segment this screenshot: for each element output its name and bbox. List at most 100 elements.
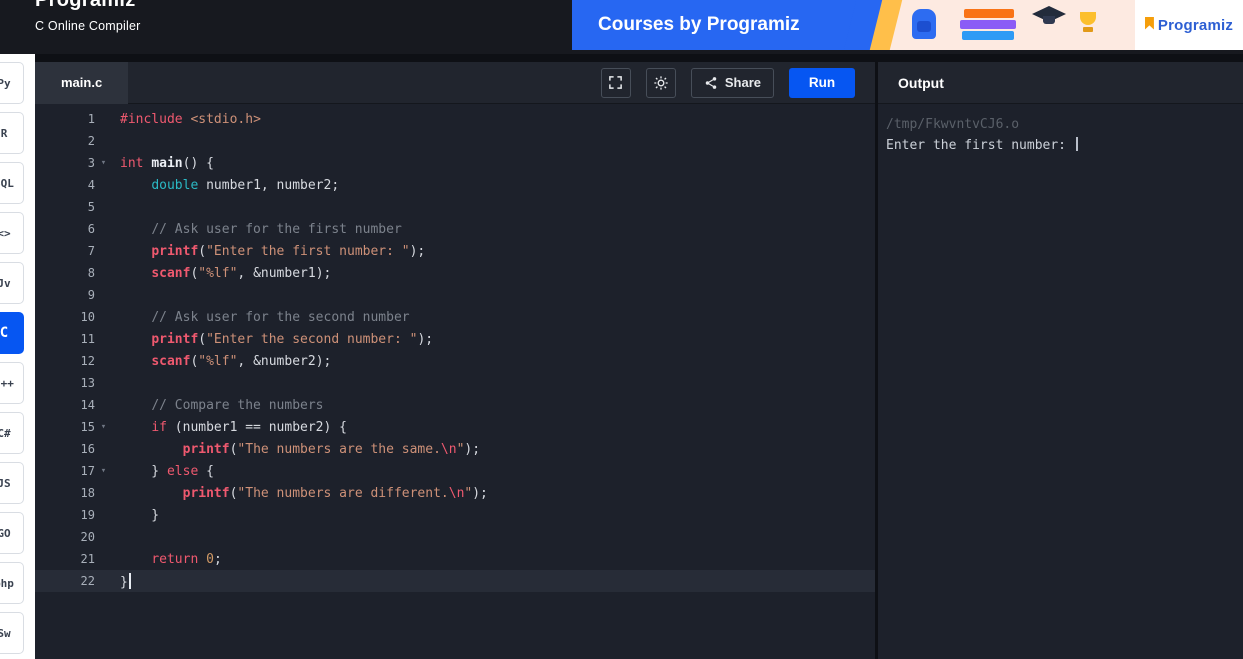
line-number: 9 bbox=[87, 288, 95, 302]
sidebar-item-html[interactable]: <> bbox=[0, 212, 24, 254]
code-line[interactable]: 10 // Ask user for the second number bbox=[35, 306, 875, 328]
code-line[interactable]: 11 printf("Enter the second number: "); bbox=[35, 328, 875, 350]
code-line[interactable]: 1 #include <stdio.h> bbox=[35, 108, 875, 130]
code-line[interactable]: 20 bbox=[35, 526, 875, 548]
sidebar-item-cpp[interactable]: C++ bbox=[0, 362, 24, 404]
code-text: scanf("%lf", &number1); bbox=[151, 265, 332, 281]
share-label: Share bbox=[724, 75, 761, 90]
code-line[interactable]: 16 printf("The numbers are the same.\n")… bbox=[35, 438, 875, 460]
line-number: 22 bbox=[80, 574, 95, 588]
code-text: } bbox=[120, 572, 131, 590]
sidebar-item-swift[interactable]: Sw bbox=[0, 612, 24, 654]
line-number: 16 bbox=[80, 442, 95, 456]
toolbar-actions: Share Run bbox=[600, 67, 875, 98]
line-number: 18 bbox=[80, 486, 95, 500]
main-area: Py R SQL <> Jv C C++ C# JS GO php Sw main.c bbox=[0, 54, 1243, 659]
csharp-icon: C# bbox=[0, 426, 11, 440]
code-text: printf("Enter the first number: "); bbox=[151, 243, 426, 259]
tab-main-c[interactable]: main.c bbox=[35, 61, 129, 104]
sidebar-item-sql[interactable]: SQL bbox=[0, 162, 24, 204]
code-text: // Ask user for the first number bbox=[151, 221, 402, 237]
line-number: 12 bbox=[80, 354, 95, 368]
line-number: 14 bbox=[80, 398, 95, 412]
code-text: printf("The numbers are the same.\n"); bbox=[182, 441, 481, 457]
code-line[interactable]: 21 return 0; bbox=[35, 548, 875, 570]
line-number: 4 bbox=[87, 178, 95, 192]
code-line[interactable]: 2 bbox=[35, 130, 875, 152]
programiz-flag-icon bbox=[1144, 16, 1154, 30]
output-line: Enter the first number: bbox=[886, 135, 1243, 156]
code-line[interactable]: 17 ▾ } else { bbox=[35, 460, 875, 482]
code-line[interactable]: 12 scanf("%lf", &number2); bbox=[35, 350, 875, 372]
banner-blue-section: Courses by Programiz bbox=[572, 0, 864, 50]
code-text: } else { bbox=[120, 463, 214, 479]
banner-brand-logo: Programiz bbox=[1135, 0, 1243, 50]
code-line[interactable]: 4 double number1, number2; bbox=[35, 174, 875, 196]
brand-block[interactable]: Programiz C Online Compiler bbox=[35, 0, 141, 33]
code-line[interactable]: 8 scanf("%lf", &number1); bbox=[35, 262, 875, 284]
sidebar-item-python[interactable]: Py bbox=[0, 62, 24, 104]
code-text: double number1, number2; bbox=[151, 177, 340, 193]
code-line[interactable]: 19 } bbox=[35, 504, 875, 526]
code-editor[interactable]: 1 #include <stdio.h> 2 3 ▾ int main() {4 doub… bbox=[35, 104, 875, 659]
sidebar-item-r[interactable]: R bbox=[0, 112, 24, 154]
java-icon: Jv bbox=[0, 276, 11, 290]
sidebar-item-c[interactable]: C bbox=[0, 312, 24, 354]
books-illustration bbox=[960, 7, 1016, 40]
editor-panel: main.c Share Run 1 #include <stdio.h> 2 … bbox=[35, 54, 875, 659]
cpp-icon: C++ bbox=[0, 376, 14, 390]
fold-caret-icon[interactable]: ▾ bbox=[95, 466, 112, 476]
php-icon: php bbox=[0, 576, 14, 590]
line-number: 2 bbox=[87, 134, 95, 148]
line-number: 10 bbox=[80, 310, 95, 324]
fold-caret-icon[interactable]: ▾ bbox=[95, 422, 112, 432]
code-line[interactable]: 22} bbox=[35, 570, 875, 592]
output-cursor bbox=[1075, 137, 1078, 151]
language-sidebar: Py R SQL <> Jv C C++ C# JS GO php Sw bbox=[0, 54, 35, 659]
line-number: 13 bbox=[80, 376, 95, 390]
line-number: 8 bbox=[87, 266, 95, 280]
code-line[interactable]: 14 // Compare the numbers bbox=[35, 394, 875, 416]
editor-toolbar: main.c Share Run bbox=[35, 61, 875, 104]
sidebar-item-go[interactable]: GO bbox=[0, 512, 24, 554]
line-number: 17 bbox=[80, 464, 95, 478]
courses-banner[interactable]: Courses by Programiz Programiz bbox=[572, 0, 1243, 50]
code-text: // Ask user for the second number bbox=[151, 309, 410, 325]
code-line[interactable]: 5 bbox=[35, 196, 875, 218]
code-text: #include <stdio.h> bbox=[120, 111, 261, 127]
run-button[interactable]: Run bbox=[789, 67, 855, 98]
share-button[interactable]: Share bbox=[690, 67, 774, 98]
backpack-illustration bbox=[912, 9, 936, 39]
output-title: Output bbox=[898, 74, 944, 91]
code-line[interactable]: 13 bbox=[35, 372, 875, 394]
sidebar-item-csharp[interactable]: C# bbox=[0, 412, 24, 454]
sidebar-item-java[interactable]: Jv bbox=[0, 262, 24, 304]
graduation-cap-base bbox=[1043, 16, 1055, 24]
theme-toggle-button[interactable] bbox=[645, 67, 676, 98]
line-number: 19 bbox=[80, 508, 95, 522]
output-console[interactable]: /tmp/FkwvntvCJ6.o Enter the first number: bbox=[878, 104, 1243, 659]
fullscreen-icon bbox=[609, 76, 623, 89]
code-line[interactable]: 7 printf("Enter the first number: "); bbox=[35, 240, 875, 262]
programiz-logo: Programiz bbox=[35, 0, 136, 11]
code-text: } bbox=[120, 507, 160, 523]
fold-caret-icon[interactable]: ▾ bbox=[95, 158, 112, 168]
code-line[interactable]: 9 bbox=[35, 284, 875, 306]
line-number: 20 bbox=[80, 530, 95, 544]
output-panel: Output /tmp/FkwvntvCJ6.o Enter the first … bbox=[875, 54, 1243, 659]
sidebar-item-javascript[interactable]: JS bbox=[0, 462, 24, 504]
code-line[interactable]: 3 ▾ int main() { bbox=[35, 152, 875, 174]
sidebar-item-php[interactable]: php bbox=[0, 562, 24, 604]
code-line[interactable]: 6 // Ask user for the first number bbox=[35, 218, 875, 240]
banner-title: Courses by Programiz bbox=[598, 14, 800, 35]
line-number: 21 bbox=[80, 552, 95, 566]
banner-brand-text: Programiz bbox=[1157, 16, 1234, 34]
code-text: printf("The numbers are different.\n"); bbox=[182, 485, 488, 501]
code-line[interactable]: 15 ▾ if (number1 == number2) { bbox=[35, 416, 875, 438]
code-line[interactable]: 18 printf("The numbers are different.\n"… bbox=[35, 482, 875, 504]
swift-icon: Sw bbox=[0, 626, 11, 640]
fullscreen-button[interactable] bbox=[600, 67, 631, 98]
code-text: return 0; bbox=[151, 551, 222, 567]
sun-icon bbox=[654, 75, 668, 90]
sql-icon: SQL bbox=[0, 176, 14, 190]
